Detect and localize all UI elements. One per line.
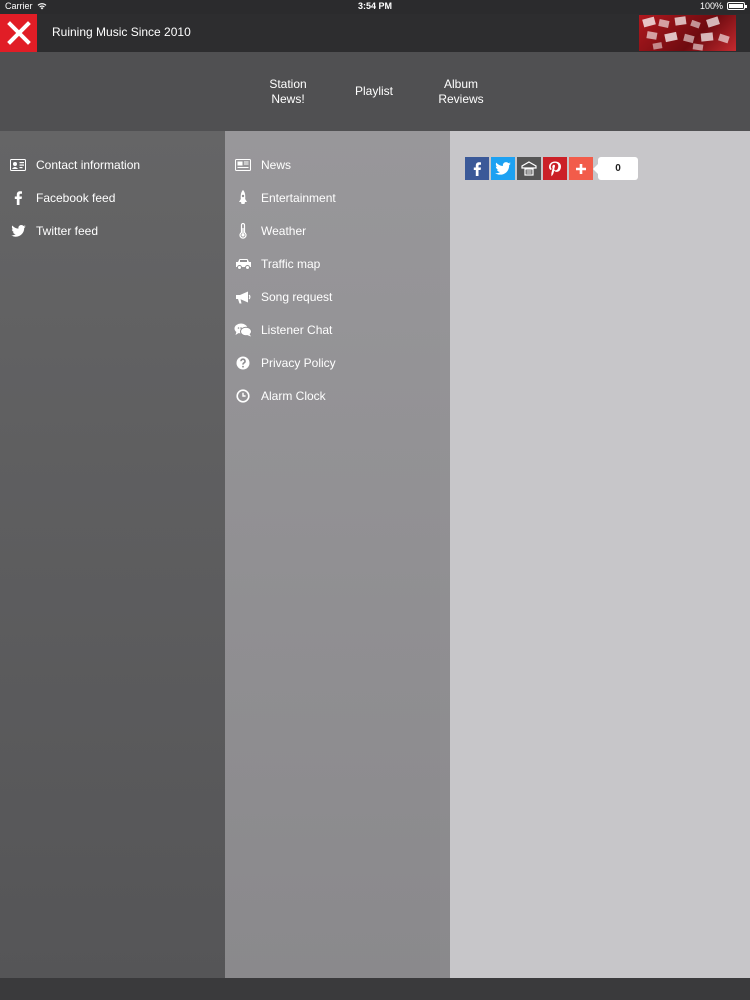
battery-percent: 100% (699, 1, 723, 11)
thermometer-icon (234, 222, 252, 240)
battery-icon (727, 2, 747, 10)
share-bar (465, 157, 593, 180)
nav-label: Album Reviews (438, 77, 483, 107)
top-nav: Station News! Playlist Album Reviews (0, 52, 750, 131)
battery-indicator: 100% (699, 1, 747, 11)
nav-label-line2: News! (271, 91, 305, 106)
menu-item-traffic-map[interactable]: Traffic map (234, 254, 320, 274)
bottom-bar (0, 978, 750, 1000)
plus-icon (576, 163, 586, 174)
menu-item-label: Listener Chat (261, 323, 333, 337)
menu-item-label: Twitter feed (36, 224, 99, 238)
nav-station-news[interactable]: Station News! (245, 52, 331, 131)
menu-item-label: Alarm Clock (261, 389, 326, 403)
menu-item-label: Facebook feed (36, 191, 116, 205)
car-icon (234, 255, 252, 273)
menu-item-label: Privacy Policy (261, 356, 336, 370)
menu-item-listener-chat[interactable]: Listener Chat (234, 320, 332, 340)
content-panel (450, 131, 750, 978)
menu-item-weather[interactable]: Weather (234, 221, 306, 241)
nav-label-line1: Station (269, 76, 307, 91)
nav-label: Playlist (355, 84, 393, 99)
close-button[interactable] (0, 14, 37, 52)
print-icon (521, 160, 537, 176)
nav-album-reviews[interactable]: Album Reviews (418, 52, 504, 131)
twitter-icon (495, 162, 511, 175)
menu-item-facebook-feed[interactable]: Facebook feed (9, 188, 115, 208)
app-header: Ruining Music Since 2010 (0, 14, 750, 52)
menu-item-label: Song request (261, 290, 333, 304)
menu-item-entertainment[interactable]: Entertainment (234, 188, 336, 208)
question-icon (234, 354, 252, 372)
facebook-icon (9, 189, 27, 207)
nav-label-line2: Reviews (438, 91, 484, 106)
megaphone-icon (234, 288, 252, 306)
share-more-button[interactable] (569, 157, 593, 180)
nav-playlist[interactable]: Playlist (331, 52, 417, 131)
clock-icon (234, 387, 252, 405)
menu-item-news[interactable]: News (234, 155, 291, 175)
newspaper-icon (234, 156, 252, 174)
status-bar: Carrier 3:54 PM 100% (0, 0, 750, 14)
logo-artwork-icon (642, 16, 730, 51)
contact-card-icon (9, 156, 27, 174)
share-facebook-button[interactable] (465, 157, 489, 180)
menu-item-label: Traffic map (261, 257, 321, 271)
menu-item-song-request[interactable]: Song request (234, 287, 332, 307)
share-twitter-button[interactable] (491, 157, 515, 180)
menu-item-contact-information[interactable]: Contact information (9, 155, 140, 175)
share-pinterest-button[interactable] (543, 157, 567, 180)
menu-item-label: Contact information (36, 158, 141, 172)
app-title: Ruining Music Since 2010 (52, 25, 191, 39)
twitter-icon (9, 222, 27, 240)
nav-label-line1: Playlist (354, 84, 393, 98)
chat-icon (234, 321, 252, 339)
station-logo[interactable] (639, 15, 736, 51)
menu-item-twitter-feed[interactable]: Twitter feed (9, 221, 98, 241)
left-menu-panel (0, 131, 225, 978)
facebook-icon (473, 161, 481, 176)
share-count-badge: 0 (593, 157, 638, 180)
menu-item-label: Weather (261, 224, 307, 238)
menu-item-privacy-policy[interactable]: Privacy Policy (234, 353, 336, 373)
clock-time: 3:54 PM (357, 1, 392, 11)
nav-label-line1: Album (443, 76, 478, 91)
rocket-icon (234, 189, 252, 207)
menu-item-alarm-clock[interactable]: Alarm Clock (234, 386, 326, 406)
share-print-button[interactable] (517, 157, 541, 180)
close-icon (6, 21, 31, 45)
menu-item-label: Entertainment (261, 191, 336, 205)
nav-label: Station News! (269, 77, 306, 107)
pinterest-icon (549, 161, 561, 176)
menu-item-label: News (261, 158, 292, 172)
